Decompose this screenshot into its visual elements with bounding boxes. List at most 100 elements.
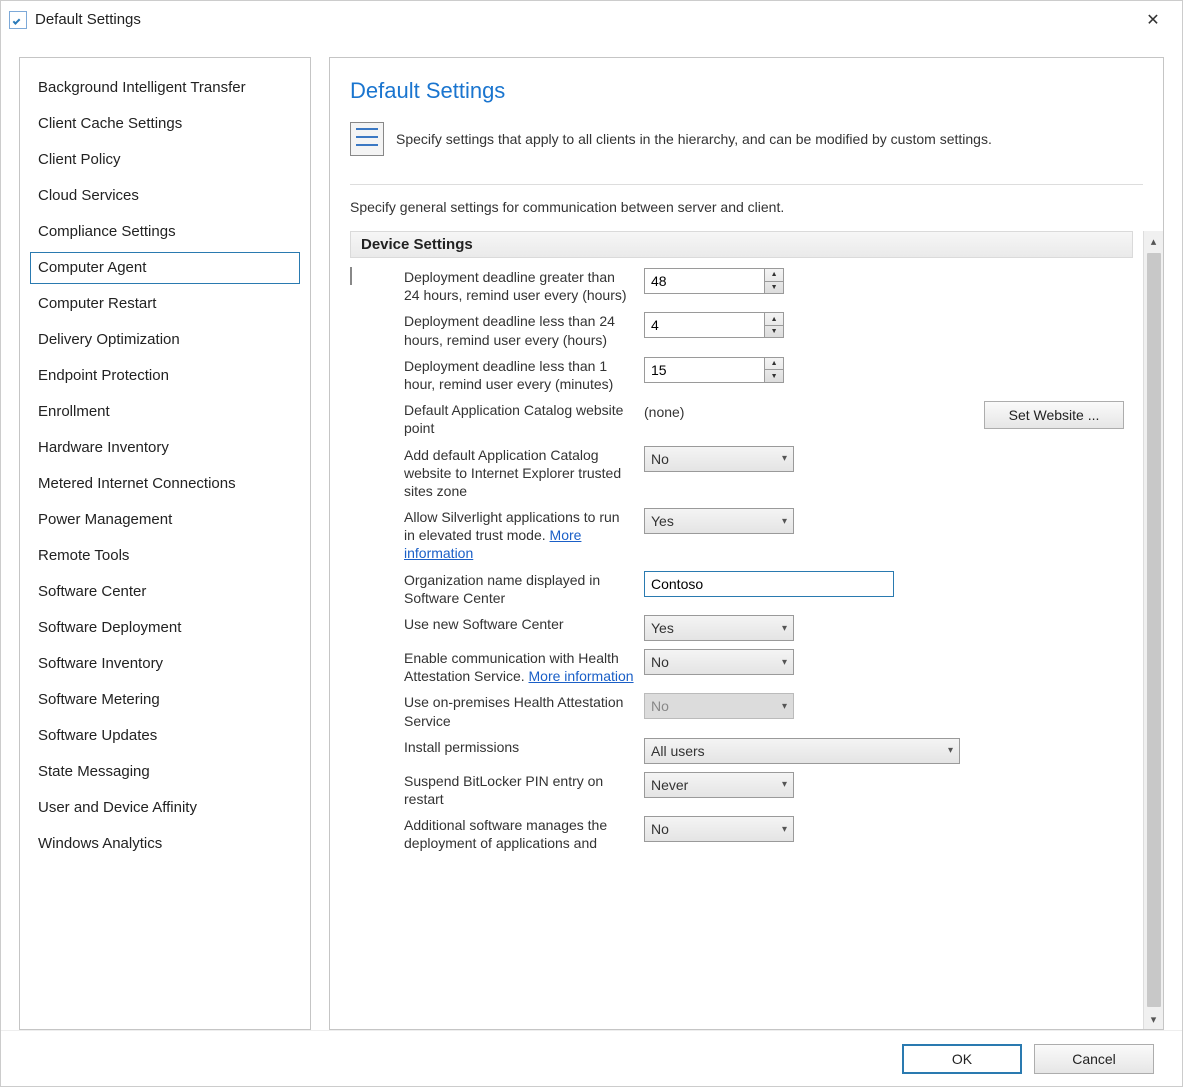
label-deadline-lt24: Deployment deadline less than 24 hours, …	[404, 312, 634, 348]
label-additional-software: Additional software manages the deployme…	[404, 816, 634, 852]
value-catalog-website: (none)	[644, 401, 684, 420]
chevron-down-icon: ▾	[782, 623, 787, 634]
select-new-software-center[interactable]: Yes ▾	[644, 615, 794, 641]
setting-deadline-lt24: Deployment deadline less than 24 hours, …	[350, 308, 1133, 352]
spinner-deadline-lt1[interactable]: ▲▼	[644, 357, 784, 383]
select-value: Yes	[651, 513, 674, 529]
label-trusted-sites: Add default Application Catalog website …	[404, 446, 634, 501]
sidebar-item-client-cache-settings[interactable]: Client Cache Settings	[30, 108, 300, 140]
close-icon: ✕	[1146, 10, 1159, 30]
body: Background Intelligent Transfer Client Ca…	[1, 39, 1182, 1030]
chevron-down-icon[interactable]: ▼	[765, 370, 783, 382]
input-deadline-lt24[interactable]	[645, 313, 764, 337]
chevron-down-icon: ▾	[782, 824, 787, 835]
sidebar-item-software-inventory[interactable]: Software Inventory	[30, 648, 300, 680]
chevron-up-icon[interactable]: ▴	[1144, 231, 1163, 251]
select-value: No	[651, 451, 669, 467]
label-deadline-lt1: Deployment deadline less than 1 hour, re…	[404, 357, 634, 393]
spinner-deadline-lt24[interactable]: ▲▼	[644, 312, 784, 338]
sidebar-item-remote-tools[interactable]: Remote Tools	[30, 540, 300, 572]
setting-bitlocker: Suspend BitLocker PIN entry on restart N…	[350, 768, 1133, 812]
sidebar-item-delivery-optimization[interactable]: Delivery Optimization	[30, 324, 300, 356]
sidebar-item-software-updates[interactable]: Software Updates	[30, 720, 300, 752]
select-additional-software[interactable]: No ▾	[644, 816, 794, 842]
select-install-permissions[interactable]: All users ▾	[644, 738, 960, 764]
setting-additional-software: Additional software manages the deployme…	[350, 812, 1133, 856]
input-deadline-lt1[interactable]	[645, 358, 764, 382]
sidebar-item-client-policy[interactable]: Client Policy	[30, 144, 300, 176]
label-catalog-website: Default Application Catalog website poin…	[404, 401, 634, 437]
sidebar-item-power-management[interactable]: Power Management	[30, 504, 300, 536]
select-onprem-health: No ▾	[644, 693, 794, 719]
health-attestation-more-info-link[interactable]: More information	[529, 668, 634, 684]
select-value: No	[651, 821, 669, 837]
sidebar: Background Intelligent Transfer Client Ca…	[19, 57, 311, 1030]
label-org-name: Organization name displayed in Software …	[404, 571, 634, 607]
chevron-up-icon[interactable]: ▲	[765, 358, 783, 371]
sidebar-item-state-messaging[interactable]: State Messaging	[30, 756, 300, 788]
select-value: No	[651, 654, 669, 670]
chevron-down-icon: ▾	[948, 745, 953, 756]
setting-new-software-center: Use new Software Center Yes ▾	[350, 611, 1133, 645]
sidebar-item-windows-analytics[interactable]: Windows Analytics	[30, 828, 300, 860]
sidebar-item-endpoint-protection[interactable]: Endpoint Protection	[30, 360, 300, 392]
sidebar-item-software-deployment[interactable]: Software Deployment	[30, 612, 300, 644]
ok-button[interactable]: OK	[902, 1044, 1022, 1074]
sidebar-item-compliance-settings[interactable]: Compliance Settings	[30, 216, 300, 248]
input-org-name[interactable]	[644, 571, 894, 597]
checklist-icon	[350, 267, 352, 285]
sidebar-item-user-and-device-affinity[interactable]: User and Device Affinity	[30, 792, 300, 824]
label-new-software-center: Use new Software Center	[404, 615, 634, 633]
checklist-icon	[350, 122, 384, 156]
sidebar-item-software-metering[interactable]: Software Metering	[30, 684, 300, 716]
setting-health-attestation: Enable communication with Health Attesta…	[350, 645, 1133, 689]
close-button[interactable]: ✕	[1130, 5, 1176, 35]
chevron-down-icon: ▾	[782, 779, 787, 790]
sub-description: Specify general settings for communicati…	[330, 199, 1163, 231]
sidebar-item-background-intelligent-transfer[interactable]: Background Intelligent Transfer	[30, 72, 300, 104]
chevron-up-icon[interactable]: ▲	[765, 269, 783, 282]
setting-catalog-website: Default Application Catalog website poin…	[350, 397, 1133, 441]
sidebar-item-computer-restart[interactable]: Computer Restart	[30, 288, 300, 320]
setting-silverlight: Allow Silverlight applications to run in…	[350, 504, 1133, 567]
select-value: No	[651, 698, 669, 714]
select-health-attestation[interactable]: No ▾	[644, 649, 794, 675]
chevron-down-icon: ▾	[782, 657, 787, 668]
chevron-down-icon[interactable]: ▼	[765, 282, 783, 294]
setting-deadline-lt1: Deployment deadline less than 1 hour, re…	[350, 353, 1133, 397]
select-value: All users	[651, 743, 705, 759]
window-title: Default Settings	[35, 11, 141, 28]
label-health-attestation: Enable communication with Health Attesta…	[404, 649, 634, 685]
scroll-thumb[interactable]	[1147, 253, 1161, 1007]
sidebar-item-computer-agent[interactable]: Computer Agent	[30, 252, 300, 284]
setting-deadline-gt24: Deployment deadline greater than 24 hour…	[350, 264, 1133, 308]
select-value: Never	[651, 777, 688, 793]
page-description: Specify settings that apply to all clien…	[396, 131, 992, 147]
label-onprem-health: Use on-premises Health Attestation Servi…	[404, 693, 634, 729]
chevron-down-icon[interactable]: ▾	[1144, 1009, 1163, 1029]
chevron-up-icon[interactable]: ▲	[765, 313, 783, 326]
label-deadline-gt24: Deployment deadline greater than 24 hour…	[404, 268, 634, 304]
sidebar-item-hardware-inventory[interactable]: Hardware Inventory	[30, 432, 300, 464]
spinner-deadline-gt24[interactable]: ▲▼	[644, 268, 784, 294]
sidebar-item-software-center[interactable]: Software Center	[30, 576, 300, 608]
chevron-down-icon: ▾	[782, 453, 787, 464]
titlebar: Default Settings ✕	[1, 1, 1182, 39]
sidebar-item-cloud-services[interactable]: Cloud Services	[30, 180, 300, 212]
sidebar-item-metered-internet-connections[interactable]: Metered Internet Connections	[30, 468, 300, 500]
set-website-button[interactable]: Set Website ...	[984, 401, 1124, 429]
vertical-scrollbar[interactable]: ▴ ▾	[1143, 231, 1163, 1029]
chevron-down-icon[interactable]: ▼	[765, 326, 783, 338]
select-silverlight[interactable]: Yes ▾	[644, 508, 794, 534]
footer: OK Cancel	[1, 1030, 1182, 1086]
chevron-down-icon: ▾	[782, 516, 787, 527]
sidebar-item-enrollment[interactable]: Enrollment	[30, 396, 300, 428]
setting-onprem-health: Use on-premises Health Attestation Servi…	[350, 689, 1133, 733]
section-header-device-settings: Device Settings	[350, 231, 1133, 258]
input-deadline-gt24[interactable]	[645, 269, 764, 293]
content-panel: Default Settings Specify settings that a…	[329, 57, 1164, 1030]
select-trusted-sites[interactable]: No ▾	[644, 446, 794, 472]
label-bitlocker: Suspend BitLocker PIN entry on restart	[404, 772, 634, 808]
select-bitlocker[interactable]: Never ▾	[644, 772, 794, 798]
cancel-button[interactable]: Cancel	[1034, 1044, 1154, 1074]
